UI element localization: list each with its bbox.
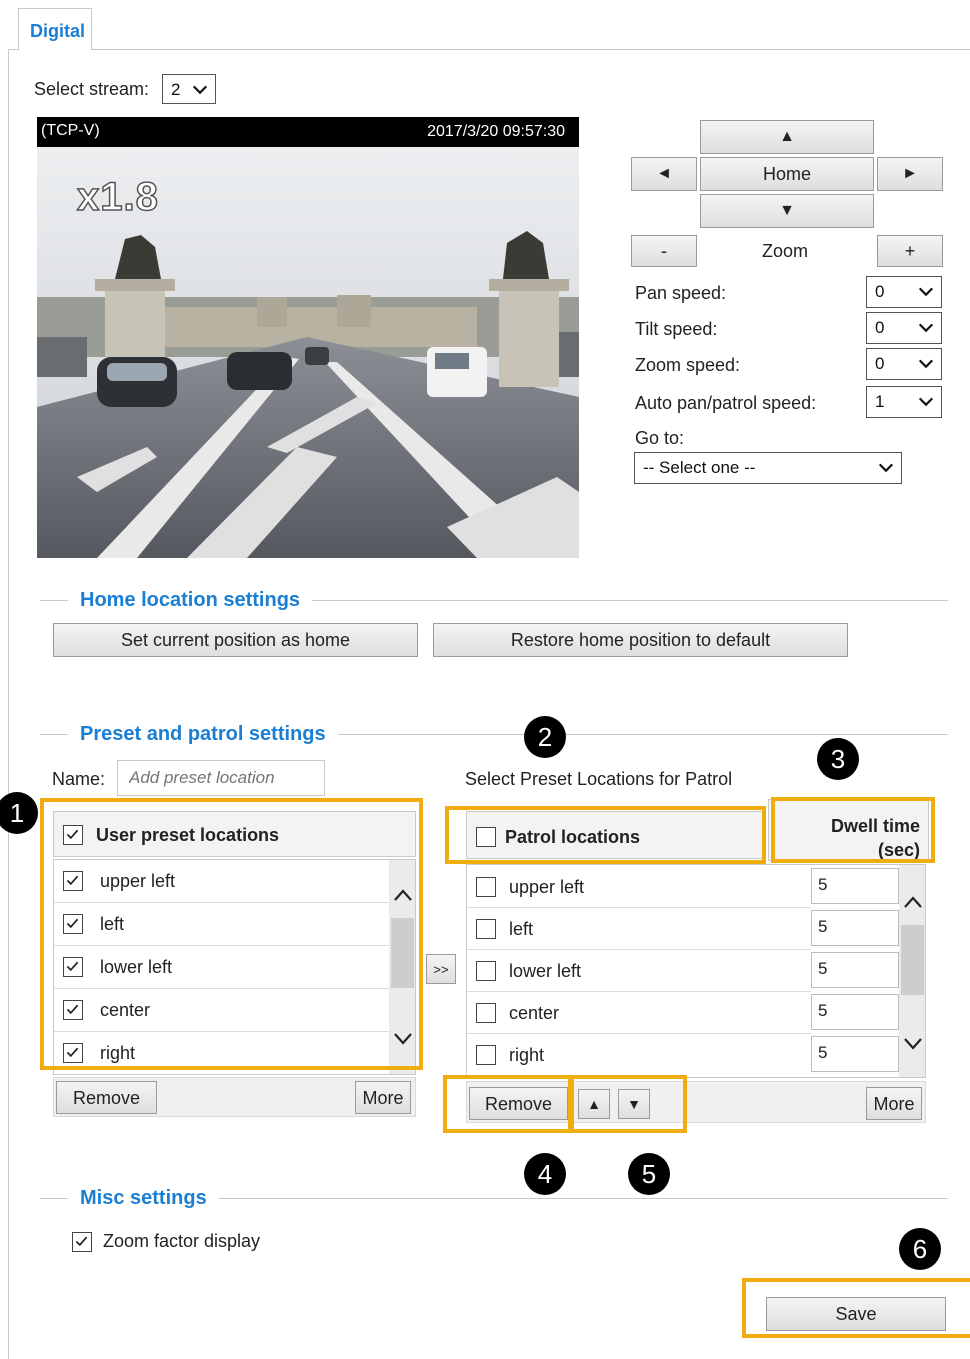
checkmark-icon	[75, 1236, 88, 1247]
zoom-speed-select[interactable]: 0	[866, 348, 942, 380]
restore-home-button[interactable]: Restore home position to default	[433, 623, 848, 657]
stream-select[interactable]: 2	[162, 74, 216, 104]
zoom-label: Zoom	[762, 241, 809, 261]
home-button[interactable]: Home	[700, 157, 874, 191]
pan-left-button[interactable]: ◄	[631, 157, 697, 191]
chevron-down-icon	[918, 287, 934, 297]
highlight-move-arrows	[568, 1075, 687, 1133]
select-stream-label: Select stream:	[34, 79, 150, 99]
patrol-item-label: lower left	[509, 961, 582, 981]
live-video-view[interactable]: x1.8	[37, 147, 579, 558]
patrol-item-label: left	[509, 919, 534, 939]
patrol-item[interactable]: center 5	[467, 991, 899, 1034]
tilt-down-button[interactable]: ▼	[700, 194, 874, 228]
zoom-factor-overlay: x1.8	[76, 174, 159, 220]
highlight-save	[742, 1278, 970, 1338]
patrol-list-scrollbar[interactable]	[899, 865, 925, 1077]
home-location-title: Home location settings	[68, 589, 313, 612]
badge-2: 2	[524, 716, 566, 758]
dwell-time-input[interactable]: 5	[811, 952, 899, 988]
patrol-item-label: right	[509, 1045, 545, 1065]
highlight-remove	[443, 1075, 574, 1133]
badge-6: 6	[899, 1228, 941, 1270]
tilt-speed-select[interactable]: 0	[866, 312, 942, 344]
zoom-display-checkbox[interactable]	[72, 1232, 92, 1252]
chevron-down-icon	[878, 463, 894, 473]
patrol-item-checkbox[interactable]	[476, 919, 496, 939]
zoom-in-button[interactable]: +	[877, 235, 943, 267]
video-status-bar: (TCP-V) 2017/3/20 09:57:30	[37, 117, 579, 147]
patrol-item[interactable]: right 5	[467, 1033, 899, 1075]
patrol-list: upper left 5 left 5 lower left 5 center 5 right 5	[466, 864, 926, 1078]
chevron-down-icon	[918, 397, 934, 407]
patrol-more-button[interactable]: More	[866, 1087, 922, 1120]
tilt-speed-value: 0	[875, 318, 885, 337]
tilt-up-button[interactable]: ▲	[700, 120, 874, 154]
patrol-item-label: center	[509, 1003, 560, 1023]
patrol-item-checkbox[interactable]	[476, 1003, 496, 1023]
preset-name-label: Name:	[52, 769, 106, 789]
pan-speed-value: 0	[875, 282, 885, 301]
chevron-down-icon[interactable]	[903, 1037, 923, 1051]
auto-pan-speed-value: 1	[875, 392, 885, 411]
zoom-display-label: Zoom factor display	[103, 1231, 261, 1251]
goto-label: Go to:	[635, 428, 685, 448]
dwell-time-input[interactable]: 5	[811, 868, 899, 904]
zoom-speed-label: Zoom speed:	[635, 355, 741, 375]
goto-select-value: -- Select one --	[643, 458, 756, 477]
patrol-item-checkbox[interactable]	[476, 1045, 496, 1065]
patrol-item[interactable]: lower left 5	[467, 949, 899, 992]
patrol-item[interactable]: upper left 5	[467, 865, 899, 908]
badge-4: 4	[524, 1153, 566, 1195]
pan-right-button[interactable]: ►	[877, 157, 943, 191]
zoom-speed-value: 0	[875, 354, 885, 373]
zoom-out-button[interactable]: -	[631, 235, 697, 267]
user-remove-button[interactable]: Remove	[56, 1081, 157, 1114]
misc-settings-title: Misc settings	[68, 1187, 219, 1210]
patrol-item-checkbox[interactable]	[476, 961, 496, 981]
chevron-down-icon	[918, 359, 934, 369]
add-to-patrol-button[interactable]: >>	[426, 954, 456, 984]
patrol-item[interactable]: left 5	[467, 907, 899, 950]
video-timestamp: 2017/3/20 09:57:30	[427, 123, 565, 140]
badge-5: 5	[628, 1153, 670, 1195]
highlight-dwell-time	[771, 797, 935, 863]
dwell-time-input[interactable]: 5	[811, 910, 899, 946]
goto-select[interactable]: -- Select one --	[634, 452, 902, 484]
patrol-item-checkbox[interactable]	[476, 877, 496, 897]
patrol-item-label: upper left	[509, 877, 585, 897]
chevron-down-icon	[192, 85, 208, 95]
dwell-time-input[interactable]: 5	[811, 994, 899, 1030]
set-home-button[interactable]: Set current position as home	[53, 623, 418, 657]
preset-patrol-title: Preset and patrol settings	[68, 723, 338, 746]
highlight-patrol-locations	[445, 806, 766, 864]
patrol-caption: Select Preset Locations for Patrol	[465, 769, 733, 789]
preset-name-input[interactable]	[117, 760, 325, 796]
patrol-list-scroll-thumb[interactable]	[901, 925, 924, 995]
auto-pan-speed-label: Auto pan/patrol speed:	[635, 393, 817, 413]
tilt-speed-label: Tilt speed:	[635, 319, 718, 339]
chevron-up-icon[interactable]	[903, 895, 923, 909]
stream-select-value: 2	[171, 80, 181, 99]
user-more-button[interactable]: More	[355, 1081, 411, 1114]
video-protocol: (TCP-V)	[41, 122, 100, 139]
tab-digital[interactable]: Digital	[18, 8, 92, 50]
highlight-user-presets	[40, 798, 423, 1070]
chevron-down-icon	[918, 323, 934, 333]
pan-speed-select[interactable]: 0	[866, 276, 942, 308]
badge-3: 3	[817, 738, 859, 780]
auto-pan-speed-select[interactable]: 1	[866, 386, 942, 418]
pan-speed-label: Pan speed:	[635, 283, 727, 303]
dwell-time-input[interactable]: 5	[811, 1036, 899, 1072]
